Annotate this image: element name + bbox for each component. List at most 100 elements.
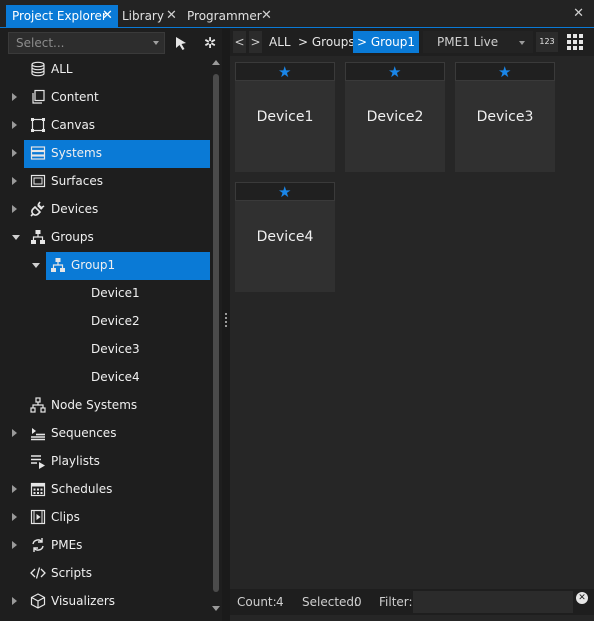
device-tile[interactable]: ★ Device1 [235,62,335,172]
surfaces-icon [30,173,46,189]
expand-arrow-icon[interactable] [12,541,17,549]
expand-arrow-icon[interactable] [12,205,17,213]
tree-item[interactable]: Device2 [0,308,210,334]
filter-select[interactable]: Select... [8,32,165,54]
star-icon[interactable]: ★ [278,64,291,80]
code-icon [30,565,46,581]
expand-arrow-icon[interactable] [12,149,17,157]
tree-item[interactable]: Scripts [0,560,210,586]
grid-view-icon[interactable] [566,33,584,51]
close-panel-icon[interactable]: ✕ [573,6,584,21]
star-icon[interactable]: ★ [388,64,401,80]
expand-arrow-icon[interactable] [12,513,17,521]
tile-label: Device4 [256,229,314,245]
tab-project-explorer[interactable]: Project Explorer ✕ [6,5,118,27]
device-tile[interactable]: ★ Device2 [345,62,445,172]
tree-item[interactable]: Sequences [0,420,210,446]
tree-item-label: Devices [51,202,99,216]
hierarchy-icon [50,257,66,273]
numbers-button[interactable]: 123 [536,32,558,52]
star-icon[interactable]: ★ [498,64,511,80]
expand-arrow-icon[interactable] [12,597,17,605]
device-tile[interactable]: ★ Device4 [235,182,335,292]
tab-label: Library [122,9,164,23]
breadcrumb: < > ALL > Groups > Group1 PME1 Live 123 [230,29,594,56]
breadcrumb-group1[interactable]: > Group1 [353,31,420,53]
tree-item[interactable]: Device4 [0,364,210,390]
tree-item[interactable]: Content [0,84,210,110]
tree-item[interactable]: Group1 [0,252,210,280]
breadcrumb-groups[interactable]: > Groups [294,31,359,53]
tree-item[interactable]: Surfaces [0,168,210,194]
tree-item-label: Node Systems [51,398,138,412]
back-button[interactable]: < [233,31,246,53]
chevron-down-icon [153,41,159,45]
count-value: 4 [276,595,284,609]
tree-item-label: Content [51,90,99,104]
database-icon [30,61,46,77]
live-select[interactable]: PME1 Live [423,31,533,53]
tree-item-label: Playlists [51,454,100,468]
content-panel: < > ALL > Groups > Group1 PME1 Live 123 … [230,29,594,621]
selected-value: 0 [354,595,362,609]
tree-item[interactable]: Playlists [0,448,210,474]
drag-handle-icon[interactable] [225,313,227,327]
expand-arrow-icon[interactable] [12,177,17,185]
tree-item[interactable]: Clips [0,504,210,530]
clip-icon [30,509,46,525]
tile-label: Device2 [366,109,424,125]
tree-item[interactable]: PMEs [0,532,210,558]
expand-arrow-icon[interactable] [12,121,17,129]
expand-arrow-icon[interactable] [12,429,17,437]
tile-header: ★ [235,182,335,201]
tab-label: Project Explorer [12,9,107,23]
tree-item[interactable]: Devices [0,196,210,222]
panel-splitter[interactable] [222,29,230,621]
sync-icon [30,537,46,553]
expand-arrow-open-icon[interactable] [12,235,20,240]
tree-item-label: ALL [51,62,73,76]
tab-programmer[interactable]: Programmer ✕ [181,5,277,27]
clear-filter-icon[interactable]: ✕ [576,592,588,604]
close-icon[interactable]: ✕ [261,5,272,27]
tree-item[interactable]: Device3 [0,336,210,362]
tree-item[interactable]: Canvas [0,112,210,138]
close-icon[interactable]: ✕ [166,5,177,27]
tree-item[interactable]: Device1 [0,280,210,306]
tree-item[interactable]: ALL [0,56,210,82]
tree-item[interactable]: Visualizers [0,588,210,614]
tree-scrollbar[interactable] [209,29,222,615]
device-tile[interactable]: ★ Device3 [455,62,555,172]
tree-item[interactable]: Node Systems [0,392,210,418]
tile-header: ★ [235,62,335,81]
selected-label: Selected: [302,595,359,609]
tree-item-label: Systems [51,146,102,160]
tree-item-label: Device2 [91,314,140,328]
chevron-down-icon [519,41,525,45]
scroll-down-icon[interactable] [212,606,220,611]
tree-item[interactable]: Groups [0,224,210,250]
expand-arrow-icon[interactable] [12,93,17,101]
tab-bar: Project Explorer ✕ Library ✕ Programmer … [0,0,594,28]
tree-item[interactable]: Systems [0,140,210,168]
expand-arrow-icon[interactable] [12,485,17,493]
tree-item-label: Group1 [71,258,116,272]
forward-button[interactable]: > [249,31,262,53]
pointer-icon[interactable] [170,32,192,54]
star-icon[interactable]: ★ [278,184,291,200]
scroll-thumb[interactable] [213,74,219,592]
tab-library[interactable]: Library ✕ [116,5,182,27]
tile-header: ★ [455,62,555,81]
tree-item-label: Device1 [91,286,140,300]
tree-item-label: Clips [51,510,80,524]
tile-header: ★ [345,62,445,81]
tree-item[interactable]: Schedules [0,476,210,502]
tree-item-label: PMEs [51,538,83,552]
expand-arrow-open-icon[interactable] [32,263,40,268]
playlist-icon [30,453,46,469]
scroll-up-icon[interactable] [212,60,220,65]
filter-input[interactable] [413,591,573,613]
node-systems-icon [30,397,46,413]
close-icon[interactable]: ✕ [102,5,113,27]
breadcrumb-all[interactable]: ALL [265,31,295,53]
